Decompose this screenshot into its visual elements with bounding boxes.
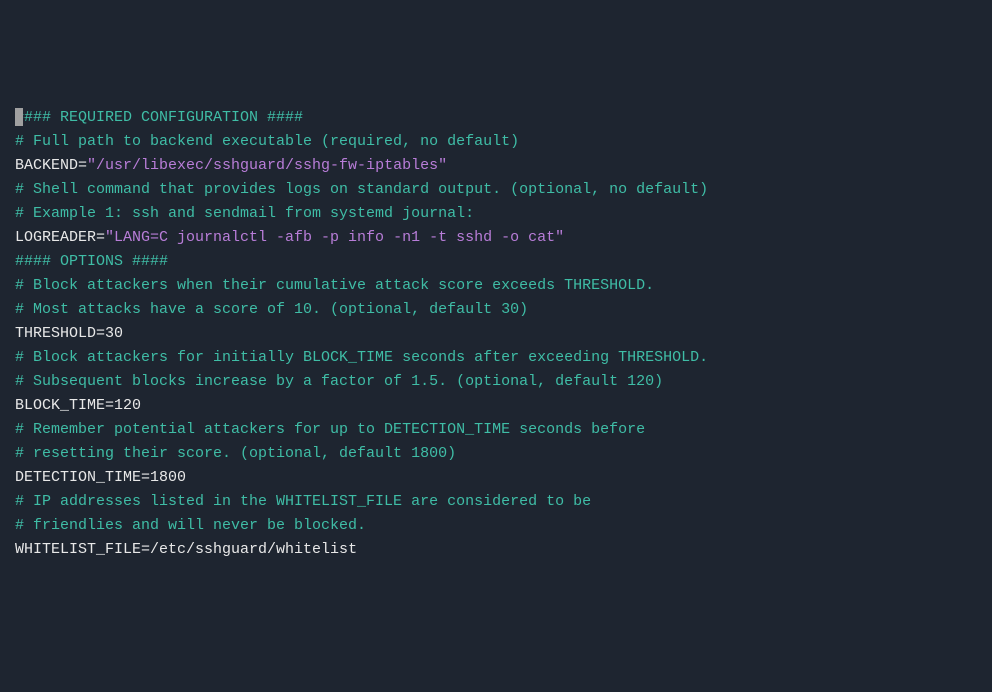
code-token: # Shell command that provides logs on st… (15, 181, 708, 198)
code-line[interactable]: #### REQUIRED CONFIGURATION #### (15, 106, 977, 130)
code-token: # Most attacks have a score of 10. (opti… (15, 301, 528, 318)
code-line[interactable]: WHITELIST_FILE=/etc/sshguard/whitelist (15, 538, 977, 562)
code-line[interactable]: #### OPTIONS #### (15, 250, 977, 274)
code-line[interactable]: # Block attackers when their cumulative … (15, 274, 977, 298)
code-token: # Remember potential attackers for up to… (15, 421, 645, 438)
code-line[interactable]: # Subsequent blocks increase by a factor… (15, 370, 977, 394)
code-line[interactable]: # Remember potential attackers for up to… (15, 418, 977, 442)
code-line[interactable]: BLOCK_TIME=120 (15, 394, 977, 418)
code-token: THRESHOLD= (15, 325, 105, 342)
code-token: # Example 1: ssh and sendmail from syste… (15, 205, 474, 222)
code-line[interactable]: # friendlies and will never be blocked. (15, 514, 977, 538)
code-token: # friendlies and will never be blocked. (15, 517, 366, 534)
code-token: 120 (114, 397, 141, 414)
code-token: # Block attackers for initially BLOCK_TI… (15, 349, 708, 366)
code-line[interactable]: # IP addresses listed in the WHITELIST_F… (15, 490, 977, 514)
code-token: WHITELIST_FILE= (15, 541, 150, 558)
code-editor-viewport[interactable]: #### REQUIRED CONFIGURATION #### # Full p… (15, 106, 977, 562)
code-token: 30 (105, 325, 123, 342)
code-token: BACKEND= (15, 157, 87, 174)
code-token: DETECTION_TIME= (15, 469, 150, 486)
code-token: #### REQUIRED CONFIGURATION #### (15, 109, 303, 126)
code-token: "/usr/libexec/sshguard/sshg-fw-iptables" (87, 157, 447, 174)
code-token: LOGREADER= (15, 229, 105, 246)
text-cursor (15, 108, 23, 126)
code-line[interactable]: BACKEND="/usr/libexec/sshguard/sshg-fw-i… (15, 154, 977, 178)
code-line[interactable]: # Example 1: ssh and sendmail from syste… (15, 202, 977, 226)
code-line[interactable]: # Most attacks have a score of 10. (opti… (15, 298, 977, 322)
code-token: 1800 (150, 469, 186, 486)
code-token: /etc/sshguard/whitelist (150, 541, 357, 558)
code-token: # Block attackers when their cumulative … (15, 277, 654, 294)
code-line[interactable]: # Shell command that provides logs on st… (15, 178, 977, 202)
code-line[interactable]: # Block attackers for initially BLOCK_TI… (15, 346, 977, 370)
code-line[interactable]: # Full path to backend executable (requi… (15, 130, 977, 154)
code-token: # Subsequent blocks increase by a factor… (15, 373, 663, 390)
code-token: # Full path to backend executable (requi… (15, 133, 519, 150)
code-token: # resetting their score. (optional, defa… (15, 445, 456, 462)
code-line[interactable]: # resetting their score. (optional, defa… (15, 442, 977, 466)
code-line[interactable]: THRESHOLD=30 (15, 322, 977, 346)
code-line[interactable]: LOGREADER="LANG=C journalctl -afb -p inf… (15, 226, 977, 250)
code-token: BLOCK_TIME= (15, 397, 114, 414)
code-token: #### OPTIONS #### (15, 253, 168, 270)
code-token: "LANG=C journalctl -afb -p info -n1 -t s… (105, 229, 564, 246)
code-line[interactable]: DETECTION_TIME=1800 (15, 466, 977, 490)
code-token: # IP addresses listed in the WHITELIST_F… (15, 493, 591, 510)
